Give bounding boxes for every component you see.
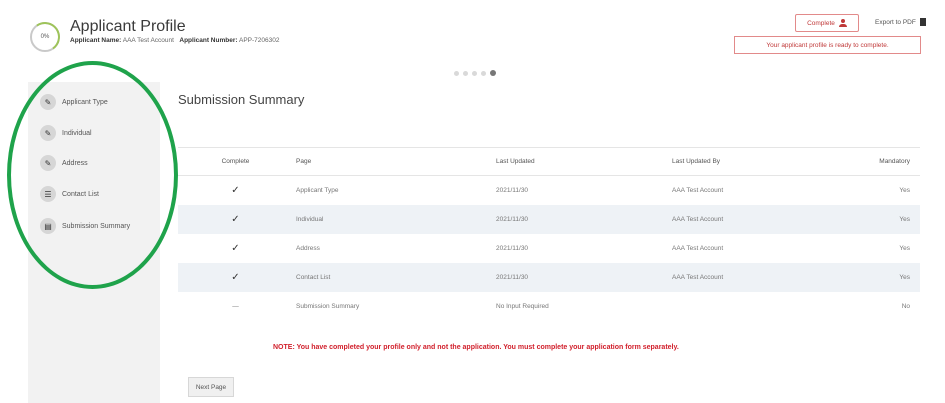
row-updated-by: AAA Test Account — [672, 187, 724, 194]
page-dot[interactable] — [463, 70, 468, 76]
column-header: Mandatory — [879, 158, 910, 165]
complete-button[interactable]: Complete — [795, 14, 859, 32]
sidebar-item-submission-summary[interactable]: ▤ Submission Summary — [40, 216, 130, 236]
row-page: Applicant Type — [296, 187, 339, 194]
pencil-icon: ✎ — [40, 94, 56, 110]
row-mandatory: Yes — [899, 245, 910, 252]
sidebar-item-address[interactable]: ✎ Address — [40, 153, 88, 173]
row-updated: 2021/11/30 — [496, 274, 529, 281]
page-title: Applicant Profile — [70, 18, 186, 35]
page-dot[interactable] — [481, 70, 486, 76]
applicant-meta: Applicant Name: AAA Test Account Applica… — [70, 37, 279, 44]
sidebar-item-label: Contact List — [62, 190, 99, 198]
sidebar-item-label: Address — [62, 159, 88, 167]
row-page: Contact List — [296, 274, 331, 281]
row-updated: 2021/11/30 — [496, 187, 529, 194]
row-updated-by: AAA Test Account — [672, 216, 724, 223]
section-title: Submission Summary — [178, 92, 305, 107]
page-indicator — [454, 70, 496, 76]
row-mandatory: Yes — [899, 187, 910, 194]
row-updated: 2021/11/30 — [496, 216, 529, 223]
page-dot[interactable] — [454, 70, 459, 76]
row-page: Address — [296, 245, 320, 252]
page-dot[interactable] — [472, 70, 477, 76]
row-updated-by: AAA Test Account — [672, 274, 724, 281]
table-header-row: Complete Page Last Updated Last Updated … — [178, 147, 920, 176]
row-mandatory: Yes — [899, 274, 910, 281]
applicant-name: AAA Test Account — [122, 37, 174, 44]
check-icon: ✓ — [231, 214, 240, 225]
check-icon: ✓ — [231, 272, 240, 283]
applicant-name-label: Applicant Name: — [70, 37, 122, 44]
sidebar-item-individual[interactable]: ✎ Individual — [40, 123, 92, 143]
row-mandatory: No — [901, 303, 910, 310]
applicant-number: APP-7206302 — [238, 37, 280, 44]
row-page: Individual — [296, 216, 324, 223]
complete-label: Complete — [807, 19, 835, 27]
column-header: Page — [296, 158, 312, 165]
row-updated-by: AAA Test Account — [672, 245, 724, 252]
progress-text: 0% — [40, 34, 50, 40]
row-page: Submission Summary — [296, 303, 360, 310]
pencil-icon: ✎ — [40, 125, 56, 141]
summary-icon: ▤ — [40, 218, 56, 234]
profile-note: NOTE: You have completed your profile on… — [273, 344, 679, 351]
export-label: Export to PDF — [875, 18, 916, 26]
check-icon: ✓ — [231, 185, 240, 196]
ready-message: Your applicant profile is ready to compl… — [734, 36, 921, 54]
sidebar-item-applicant-type[interactable]: ✎ Applicant Type — [40, 92, 108, 112]
list-icon: ☰ — [40, 186, 56, 202]
sidebar-item-label: Applicant Type — [62, 98, 108, 106]
check-icon: ✓ — [231, 243, 240, 254]
table-row[interactable]: ✓ Individual 2021/11/30 AAA Test Account… — [178, 205, 920, 234]
table-row[interactable]: ✓ Address 2021/11/30 AAA Test Account Ye… — [178, 234, 920, 263]
column-header: Last Updated — [496, 158, 535, 165]
column-header: Last Updated By — [672, 158, 721, 165]
profile-header: 0% Applicant Profile Applicant Name: AAA… — [0, 0, 945, 66]
file-icon — [919, 18, 926, 26]
export-pdf-link[interactable]: Export to PDF — [875, 18, 926, 26]
page-dot-active[interactable] — [490, 70, 496, 76]
progress-indicator: 0% — [30, 22, 60, 52]
next-page-button[interactable]: Next Page — [188, 377, 234, 397]
column-header: Complete — [221, 158, 250, 165]
incomplete-icon: — — [232, 303, 239, 310]
row-mandatory: Yes — [899, 216, 910, 223]
table-row[interactable]: — Submission Summary No Input Required N… — [178, 292, 920, 321]
sidebar-item-contact-list[interactable]: ☰ Contact List — [40, 184, 99, 204]
sidebar-item-label: Submission Summary — [62, 222, 131, 230]
row-updated: 2021/11/30 — [496, 245, 529, 252]
user-icon — [838, 19, 847, 27]
table-row[interactable]: ✓ Contact List 2021/11/30 AAA Test Accou… — [178, 263, 920, 292]
pencil-icon: ✎ — [40, 155, 56, 171]
table-row[interactable]: ✓ Applicant Type 2021/11/30 AAA Test Acc… — [178, 176, 920, 205]
sidebar-item-label: Individual — [62, 129, 92, 137]
row-updated: No Input Required — [496, 303, 549, 310]
applicant-number-label: Applicant Number: — [179, 37, 238, 44]
